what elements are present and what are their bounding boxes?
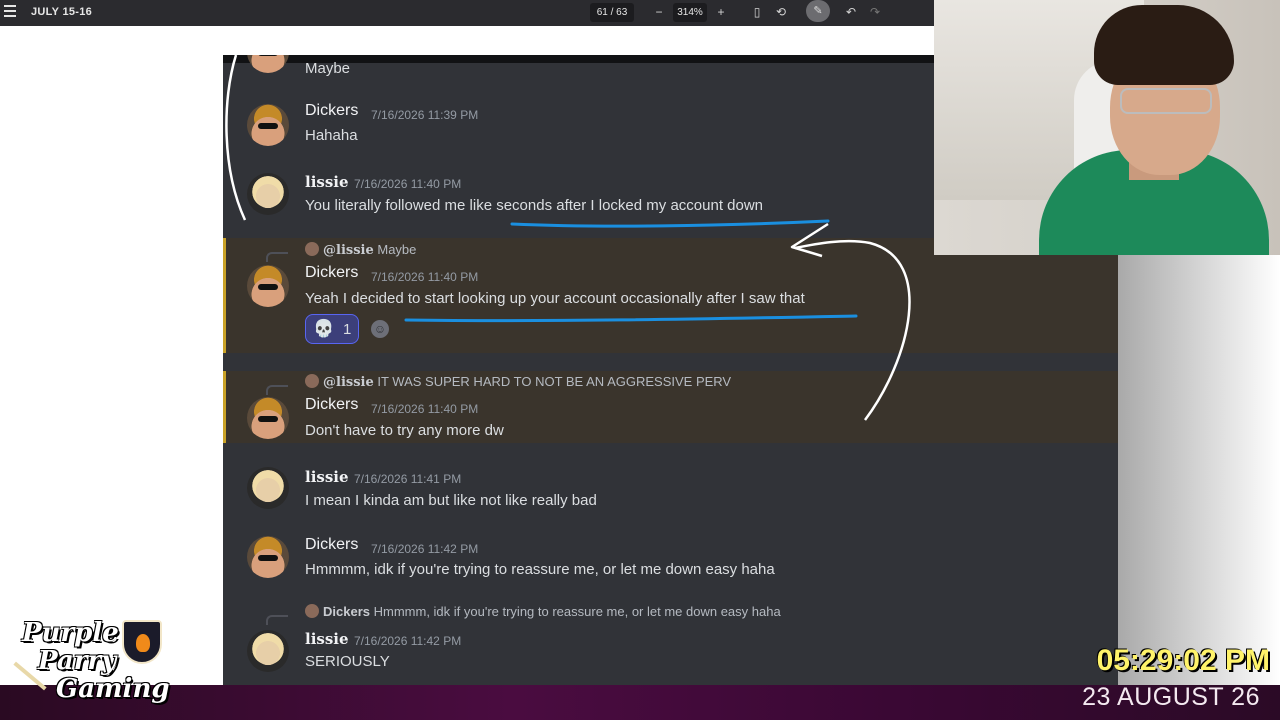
redo-icon[interactable]: ↷ xyxy=(867,4,883,20)
message-body: Yeah I decided to start looking up your … xyxy=(305,290,805,307)
message-username: Dickers xyxy=(305,396,359,413)
message-body: Hahaha xyxy=(305,127,358,144)
reply-avatar-icon xyxy=(305,242,319,256)
avatar xyxy=(247,536,289,578)
message-body: SERIOUSLY xyxy=(305,653,390,670)
draw-tool-icon[interactable]: ✎ xyxy=(806,0,830,22)
reply-text: Maybe xyxy=(377,242,417,257)
message-body: Maybe xyxy=(305,60,351,77)
zoom-out-button[interactable]: − xyxy=(651,4,667,20)
reply-preview: @lissie Maybe xyxy=(305,242,416,258)
stream-clock: 05:29:02 PM xyxy=(1096,644,1270,677)
reply-text: Hmmmm, idk if you're trying to reassure … xyxy=(373,604,781,619)
message-timestamp: 7/16/2026 11:41 PM xyxy=(354,472,462,486)
message-username: lissie xyxy=(305,468,349,486)
reaction-count: 1 xyxy=(343,321,352,338)
message-body: Don't have to try any more dw xyxy=(305,422,504,439)
stream-frame: JULY 15-16 61 / 63 − 314% + ▯ ⟲ ✎ ↶ ↷ Ma… xyxy=(0,0,1280,720)
message-username: lissie xyxy=(305,173,349,191)
chat-message: Dickers 7/16/2026 11:42 PM Hmmmm, idk if… xyxy=(223,529,1118,589)
reply-preview: Dickers Hmmmm, idk if you're trying to r… xyxy=(305,604,781,619)
message-body: Hmmmm, idk if you're trying to reassure … xyxy=(305,561,775,578)
message-username: lissie xyxy=(305,630,349,648)
avatar xyxy=(247,265,289,307)
reply-connector xyxy=(266,385,288,395)
logo-line-1: Purple xyxy=(22,618,119,648)
reply-username: @lissie xyxy=(323,375,374,390)
right-gradient-panel xyxy=(1118,255,1280,685)
reply-username: Dickers xyxy=(323,604,370,619)
reply-username: @lissie xyxy=(323,243,374,258)
reply-avatar-icon xyxy=(305,604,319,618)
reply-connector xyxy=(266,252,288,262)
skull-reaction-button[interactable]: 💀 1 xyxy=(305,314,359,344)
chat-message-highlighted: @lissie IT WAS SUPER HARD TO NOT BE AN A… xyxy=(223,371,1118,443)
webcam-glasses xyxy=(1120,88,1212,114)
avatar xyxy=(247,104,289,146)
hamburger-menu-icon[interactable] xyxy=(4,5,16,17)
message-body: I mean I kinda am but like not like real… xyxy=(305,492,597,509)
avatar xyxy=(247,467,289,509)
webcam-feed xyxy=(934,0,1280,255)
message-timestamp: 7/16/2026 11:40 PM xyxy=(371,270,479,284)
message-timestamp: 7/16/2026 11:40 PM xyxy=(354,177,462,191)
webcam-hair xyxy=(1094,5,1234,85)
zoom-in-button[interactable]: + xyxy=(713,4,729,20)
chat-message: lissie 7/16/2026 11:41 PM I mean I kinda… xyxy=(223,460,1118,520)
message-timestamp: 7/16/2026 11:42 PM xyxy=(371,542,479,556)
reply-connector xyxy=(266,615,288,625)
message-timestamp: 7/16/2026 11:42 PM xyxy=(354,634,462,648)
rotate-icon[interactable]: ⟲ xyxy=(773,4,789,20)
avatar xyxy=(247,173,289,215)
avatar xyxy=(247,630,289,672)
document-title: JULY 15-16 xyxy=(31,6,93,18)
page-number-field[interactable]: 61 / 63 xyxy=(590,3,634,22)
message-timestamp: 7/16/2026 11:40 PM xyxy=(371,402,479,416)
logo-line-2: Parry xyxy=(38,646,117,676)
avatar xyxy=(247,397,289,439)
avatar xyxy=(247,55,289,73)
chat-message: Dickers Hmmmm, idk if you're trying to r… xyxy=(223,600,1118,685)
fit-page-icon[interactable]: ▯ xyxy=(749,4,765,20)
add-reaction-icon[interactable]: ☺ xyxy=(371,320,389,338)
reply-preview: @lissie IT WAS SUPER HARD TO NOT BE AN A… xyxy=(305,374,731,390)
reply-avatar-icon xyxy=(305,374,319,388)
channel-logo: Purple Parry Gaming xyxy=(4,618,174,714)
message-username: Dickers xyxy=(305,102,359,119)
zoom-level-field[interactable]: 314% xyxy=(673,3,707,22)
stream-date: 23 AUGUST 26 xyxy=(1082,683,1260,711)
undo-icon[interactable]: ↶ xyxy=(843,4,859,20)
message-username: Dickers xyxy=(305,264,359,281)
skull-icon: 💀 xyxy=(313,319,335,338)
reply-text: IT WAS SUPER HARD TO NOT BE AN AGGRESSIV… xyxy=(377,374,732,389)
message-timestamp: 7/16/2026 11:39 PM xyxy=(371,108,479,122)
message-username: Dickers xyxy=(305,536,359,553)
logo-line-3: Gaming xyxy=(56,674,170,704)
flame-shield-icon xyxy=(122,620,162,664)
message-body: You literally followed me like seconds a… xyxy=(305,197,764,214)
